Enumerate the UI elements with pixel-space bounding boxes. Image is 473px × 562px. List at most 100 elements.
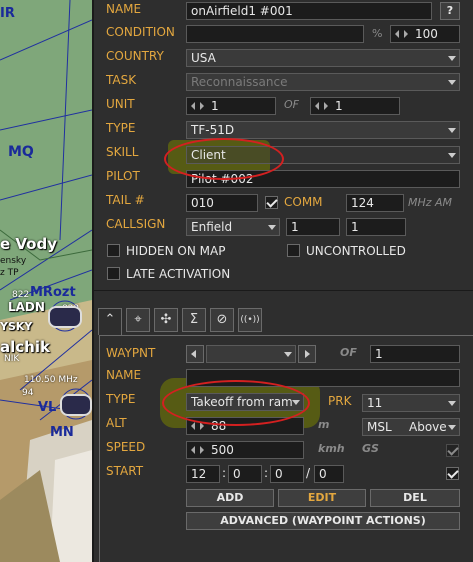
map-label: IR	[0, 6, 15, 21]
name-label: NAME	[106, 2, 142, 16]
chevron-down-icon	[448, 128, 456, 133]
start-seconds-field[interactable]: 0	[270, 465, 304, 483]
callsign-number-1[interactable]: 1	[286, 218, 340, 236]
waypnt-label: WAYPNT	[106, 346, 156, 360]
payload-icon[interactable]: ✣	[154, 308, 178, 332]
start-minutes-field[interactable]: 0	[228, 465, 262, 483]
unit-label: UNIT	[106, 97, 135, 111]
map-view[interactable]: IR MQ e Vody ensky z TP 822 822 MRozt LA…	[0, 0, 92, 562]
task-select[interactable]: Reconnaissance	[186, 73, 460, 91]
tail-label: TAIL #	[106, 193, 145, 207]
start-day-field[interactable]: 0	[314, 465, 344, 483]
failures-icon[interactable]: ⊘	[210, 308, 234, 332]
chevron-down-icon	[448, 56, 456, 61]
time-separator: :	[222, 466, 227, 480]
country-value: USA	[191, 51, 216, 65]
start-label: START	[106, 464, 144, 478]
chevron-down-icon	[448, 80, 456, 85]
decrease-icon[interactable]	[191, 422, 195, 430]
decrease-icon[interactable]	[191, 446, 195, 454]
radio-icon[interactable]: ((•))	[238, 308, 262, 332]
airfield-icon[interactable]	[48, 306, 82, 328]
alt-label: ALT	[106, 416, 127, 430]
comm-field[interactable]: 124	[346, 194, 404, 212]
late-activation-checkbox[interactable]	[107, 267, 120, 280]
advanced-waypoint-actions-button[interactable]: ADVANCED (WAYPOINT ACTIONS)	[186, 512, 460, 530]
condition-field[interactable]	[186, 25, 364, 43]
map-label: VL	[38, 400, 57, 415]
waypoint-select[interactable]	[206, 345, 296, 363]
chevron-down-icon	[448, 425, 456, 430]
map-label: 110.50 MHz	[24, 375, 78, 385]
name-field[interactable]: onAirfield1 #001	[186, 2, 432, 20]
task-label: TASK	[106, 73, 137, 87]
time-separator: :	[264, 466, 269, 480]
speed-label: SPEED	[106, 440, 146, 454]
altitude-mode-value: Above	[409, 420, 447, 434]
spinner-value: 100	[415, 27, 438, 41]
uncontrolled-label: UNCONTROLLED	[306, 244, 406, 258]
increase-icon[interactable]	[404, 30, 408, 38]
comm-unit-label: MHz AM	[408, 196, 453, 209]
country-label: COUNTRY	[106, 49, 164, 63]
unit-total-spinner[interactable]: 1	[310, 97, 400, 115]
chevron-right-icon	[305, 350, 310, 358]
chevron-down-icon	[268, 225, 276, 230]
of-label: OF	[284, 98, 299, 111]
callsign-label: CALLSIGN	[106, 217, 166, 231]
hidden-on-map-label: HIDDEN ON MAP	[126, 244, 226, 258]
altitude-reference-select[interactable]: MSL Above	[362, 418, 460, 436]
waypoint-selector[interactable]	[186, 345, 316, 363]
decrease-icon[interactable]	[315, 102, 319, 110]
gs-checkbox[interactable]	[446, 444, 459, 457]
parking-value: 11	[367, 396, 383, 410]
waypoint-total-field[interactable]: 1	[370, 345, 460, 363]
chevron-down-icon	[448, 153, 456, 158]
unit-spinner[interactable]: 1	[186, 97, 276, 115]
country-select[interactable]: USA	[186, 49, 460, 67]
start-hours-field[interactable]: 12	[186, 465, 220, 483]
of-label: OF	[340, 346, 357, 359]
callsign-value: Enfield	[191, 220, 233, 234]
type-value: TF-51D	[191, 123, 235, 137]
increase-icon[interactable]	[200, 446, 204, 454]
increase-icon[interactable]	[200, 102, 204, 110]
help-button[interactable]: ?	[440, 2, 460, 20]
summary-icon[interactable]: Σ	[182, 308, 206, 332]
speed-spinner[interactable]: 500	[186, 441, 304, 459]
task-value: Reconnaissance	[191, 75, 288, 89]
prk-label: PRK	[328, 394, 352, 408]
comm-checkbox[interactable]	[265, 196, 278, 209]
comm-label: COMM	[284, 195, 323, 209]
type-select[interactable]: TF-51D	[186, 121, 460, 139]
skill-annotation-circle	[164, 138, 284, 180]
add-waypoint-button[interactable]: ADD	[186, 489, 274, 507]
start-checkbox[interactable]	[446, 467, 459, 480]
increase-icon[interactable]	[324, 102, 328, 110]
waypoint-type-label: TYPE	[106, 392, 136, 406]
edit-waypoint-button[interactable]: EDIT	[278, 489, 366, 507]
route-icon[interactable]: ⌃	[98, 308, 122, 335]
previous-waypoint-button[interactable]	[186, 345, 204, 363]
condition-percent-spinner[interactable]: 100	[390, 25, 460, 43]
gs-label: GS	[362, 442, 379, 455]
map-terrain	[0, 0, 92, 562]
parking-select[interactable]: 11	[362, 394, 460, 412]
decrease-icon[interactable]	[395, 30, 399, 38]
decrease-icon[interactable]	[191, 102, 195, 110]
tail-field[interactable]: 010	[186, 194, 258, 212]
map-label: z TP	[0, 268, 19, 278]
map-label: MRozt	[30, 285, 76, 300]
hidden-on-map-checkbox[interactable]	[107, 244, 120, 257]
uncontrolled-checkbox[interactable]	[287, 244, 300, 257]
callsign-number-2[interactable]: 1	[346, 218, 406, 236]
type-label: TYPE	[106, 121, 136, 135]
type-annotation-circle	[162, 380, 310, 426]
callsign-select[interactable]: Enfield	[186, 218, 280, 236]
delete-waypoint-button[interactable]: DEL	[370, 489, 460, 507]
target-icon[interactable]: ⌖	[126, 308, 150, 332]
map-label: NIK	[4, 354, 20, 364]
map-label: YSKY	[0, 320, 33, 333]
airfield-icon[interactable]	[60, 394, 92, 416]
next-waypoint-button[interactable]	[298, 345, 316, 363]
